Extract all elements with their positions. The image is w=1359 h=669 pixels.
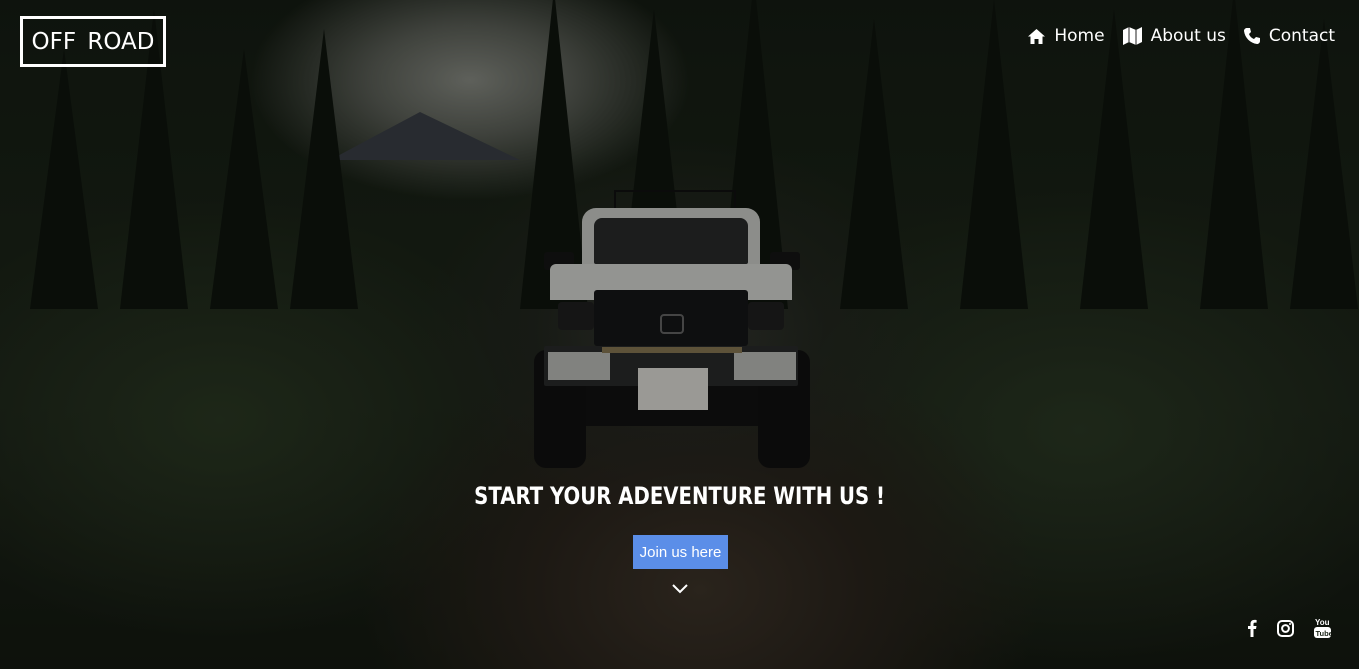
hero-headline: START YOUR ADEVENTURE WITH US ! <box>474 482 886 510</box>
nav-item-contact[interactable]: Contact <box>1243 26 1335 46</box>
join-us-button[interactable]: Join us here <box>633 535 728 569</box>
youtube-icon[interactable]: You Tube <box>1314 617 1333 644</box>
nav-item-label: Contact <box>1268 26 1335 46</box>
nav-item-label: About us <box>1150 26 1226 46</box>
facebook-icon[interactable] <box>1247 619 1257 642</box>
svg-text:You: You <box>1315 618 1330 627</box>
svg-text:Tube: Tube <box>1316 629 1332 638</box>
instagram-icon[interactable] <box>1277 619 1294 642</box>
map-icon <box>1122 27 1142 45</box>
social-links: You Tube <box>1247 617 1333 644</box>
site-logo[interactable]: OFF ROAD <box>20 16 166 67</box>
nav-item-about[interactable]: About us <box>1122 26 1226 46</box>
phone-icon <box>1243 28 1260 44</box>
home-icon <box>1028 28 1046 44</box>
main-nav: Home About us Contact <box>1028 26 1335 46</box>
nav-item-label: Home <box>1054 26 1105 46</box>
nav-item-home[interactable]: Home <box>1028 26 1105 46</box>
hero-section: OFF ROAD Home About us Contact START YOU… <box>0 0 1359 669</box>
chevron-down-icon[interactable] <box>671 582 689 594</box>
